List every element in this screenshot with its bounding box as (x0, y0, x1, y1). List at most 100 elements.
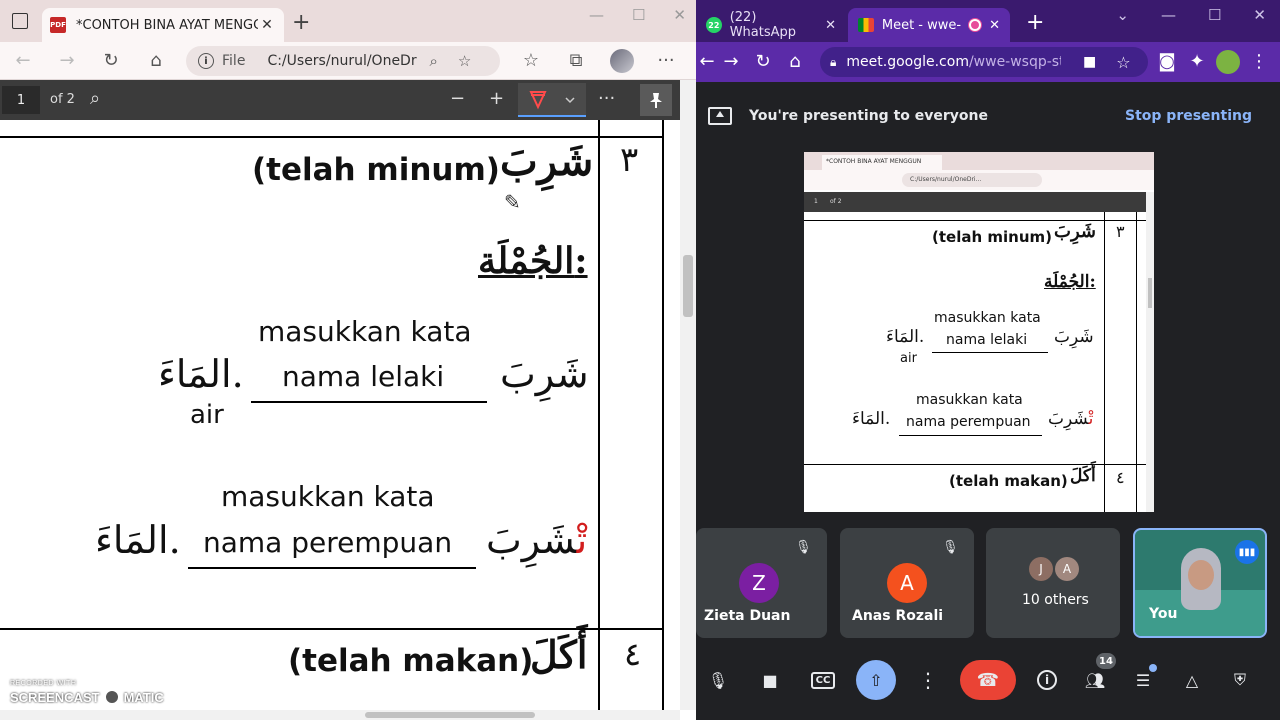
forward-icon[interactable]: → (720, 51, 742, 72)
table-border (0, 628, 664, 630)
mini-row-3: ٣ (1116, 222, 1125, 241)
zoom-out-icon[interactable]: − (450, 88, 465, 109)
close-icon[interactable]: ✕ (989, 18, 1000, 33)
blank-line (932, 352, 1048, 353)
new-tab-button[interactable]: + (292, 10, 310, 35)
favorites-icon[interactable]: ☆ (520, 50, 542, 71)
mini-word-akala: أَكَلَ (1070, 466, 1096, 486)
chat-button[interactable]: ☰ (1123, 660, 1163, 700)
mini-instruction-2: masukkan kata (916, 392, 1023, 408)
table-border (1136, 212, 1137, 512)
maximize-icon[interactable]: ☐ (1208, 6, 1221, 24)
people-icon: 👥︎ (1084, 670, 1106, 690)
tab-meet[interactable]: Meet - wwe-wsqp-str ✕ (848, 8, 1010, 42)
camera-button[interactable]: ■ (750, 660, 790, 700)
pocket-icon[interactable]: ◙ (1156, 51, 1178, 72)
activities-icon: △ (1185, 670, 1199, 690)
home-icon[interactable]: ⌂ (784, 51, 806, 72)
tab-search-icon[interactable]: ⌄ (1116, 6, 1129, 24)
meeting-controls: 🎙︎ ■ CC ⇧ ⋮ ☎︎ i 👥︎ 14 ☰ △ ⛨ (696, 650, 1280, 720)
collections-icon[interactable]: ⧉ (565, 50, 587, 71)
lock-icon: 🔒︎ (830, 54, 837, 69)
screencast-logo-icon (102, 688, 121, 706)
tab-actions-icon[interactable] (12, 13, 28, 29)
mini-nama-perempuan: nama perempuan (906, 414, 1031, 430)
close-icon[interactable]: ✕ (258, 17, 276, 33)
back-icon[interactable]: ← (696, 51, 718, 72)
close-window-icon[interactable]: ✕ (673, 6, 686, 24)
address-bar[interactable]: i File C:/Users/nurul/OneDrive/ ⌕ ☆ (186, 46, 500, 76)
hangup-icon: ☎︎ (976, 669, 1000, 691)
draw-icon (529, 91, 575, 110)
pin-icon (650, 93, 662, 108)
activities-button[interactable]: △ (1172, 660, 1212, 700)
speaking-icon: ▮▮▮ (1235, 540, 1259, 564)
mini-verb-2: تْشَرِبَ (1048, 409, 1093, 429)
more-icon[interactable]: ··· (655, 50, 677, 71)
search-icon[interactable]: ⌕ (90, 88, 100, 109)
blank-nama-perempuan: nama perempuan (203, 526, 453, 559)
extensions-icon[interactable]: ✦ (1186, 51, 1208, 72)
bookmark-icon[interactable]: ☆ (1116, 53, 1130, 72)
tab-whatsapp[interactable]: 22 (22) WhatsApp ✕ (696, 8, 846, 42)
zoom-in-icon[interactable]: + (489, 88, 504, 109)
participant-tile-zieta[interactable]: 🎙︎ Z Zieta Duan (696, 528, 827, 638)
participant-tile-anas[interactable]: 🎙︎ A Anas Rozali (840, 528, 974, 638)
mini-tab-bar: *CONTOH BINA AYAT MENGGUN (804, 152, 1154, 170)
row-number-4: ٤ (624, 635, 642, 673)
pdf-page-input[interactable]: 1 (2, 86, 40, 114)
menu-icon[interactable]: ⋮ (1248, 51, 1270, 72)
home-icon[interactable]: ⌂ (145, 50, 167, 71)
minimize-icon[interactable]: — (1161, 6, 1176, 24)
mini-scrollbar (1146, 192, 1154, 512)
presentation-preview: *CONTOH BINA AYAT MENGGUN C:/Users/nurul… (804, 152, 1154, 512)
horizontal-scrollbar[interactable] (0, 710, 680, 720)
maximize-icon[interactable]: ☐ (632, 6, 645, 24)
meeting-details-button[interactable]: i (1027, 660, 1067, 700)
profile-avatar[interactable] (610, 49, 634, 73)
back-icon[interactable]: ← (12, 50, 34, 71)
pin-toolbar-button[interactable] (640, 84, 672, 116)
vertical-scrollbar[interactable] (680, 80, 696, 710)
shield-lock-icon: ⛨ (1233, 670, 1246, 689)
close-window-icon[interactable]: ✕ (1253, 6, 1266, 24)
scroll-thumb[interactable] (683, 255, 693, 317)
minimize-icon[interactable]: — (589, 6, 604, 24)
scroll-thumb[interactable] (365, 712, 535, 718)
tab-title: *CONTOH BINA AYAT MENGGUNAKAN (76, 17, 258, 33)
edge-tab-pdf[interactable]: PDF *CONTOH BINA AYAT MENGGUNAKAN ✕ (42, 8, 284, 42)
sentence2-verb: تْشَرِبَ (486, 518, 587, 562)
microphone-button[interactable]: 🎙︎ (698, 660, 738, 700)
url-host: meet.google.com (846, 54, 969, 70)
more-options-button[interactable]: ⋮ (908, 660, 948, 700)
mini-page: 1 (814, 198, 818, 205)
word-akala: أَكَلَ (530, 632, 588, 677)
meet-icon (858, 18, 874, 32)
edge-tab-bar: PDF *CONTOH BINA AYAT MENGGUNAKAN ✕ + — … (0, 0, 696, 42)
mini-word-syariba: شَرِبَ (1054, 221, 1096, 242)
mini-telah-makan: (telah makan) (949, 472, 1068, 490)
draw-tool-button[interactable] (518, 83, 586, 117)
close-icon[interactable]: ✕ (825, 18, 836, 33)
host-controls-button[interactable]: ⛨ (1220, 660, 1260, 700)
forward-icon[interactable]: → (56, 50, 78, 71)
more-options-icon[interactable]: ··· (598, 88, 615, 109)
leave-call-button[interactable]: ☎︎ (960, 660, 1016, 700)
stop-presenting-button[interactable]: Stop presenting (1125, 108, 1252, 124)
participant-tile-others[interactable]: J A 10 others (986, 528, 1120, 638)
pdf-page-count: of 2 (50, 92, 75, 107)
captions-button[interactable]: CC (803, 660, 843, 700)
info-icon[interactable]: i (198, 53, 214, 69)
blank-line (899, 435, 1042, 436)
zoom-icon[interactable]: ⌕ (429, 52, 437, 70)
mini-of: of 2 (830, 198, 842, 205)
present-now-button[interactable]: ⇧ (856, 660, 896, 700)
refresh-icon[interactable]: ↻ (100, 50, 122, 71)
new-tab-button[interactable]: + (1026, 10, 1044, 35)
participant-tile-you[interactable]: ▮▮▮ You (1133, 528, 1267, 638)
refresh-icon[interactable]: ↻ (752, 51, 774, 72)
omnibox[interactable]: 🔒︎ meet.google.com/wwe-wsqp-str ■ ☆ (820, 47, 1148, 77)
profile-avatar[interactable] (1216, 50, 1240, 74)
camera-icon[interactable]: ■ (1083, 54, 1096, 70)
favorite-add-icon[interactable]: ☆ (458, 52, 471, 70)
